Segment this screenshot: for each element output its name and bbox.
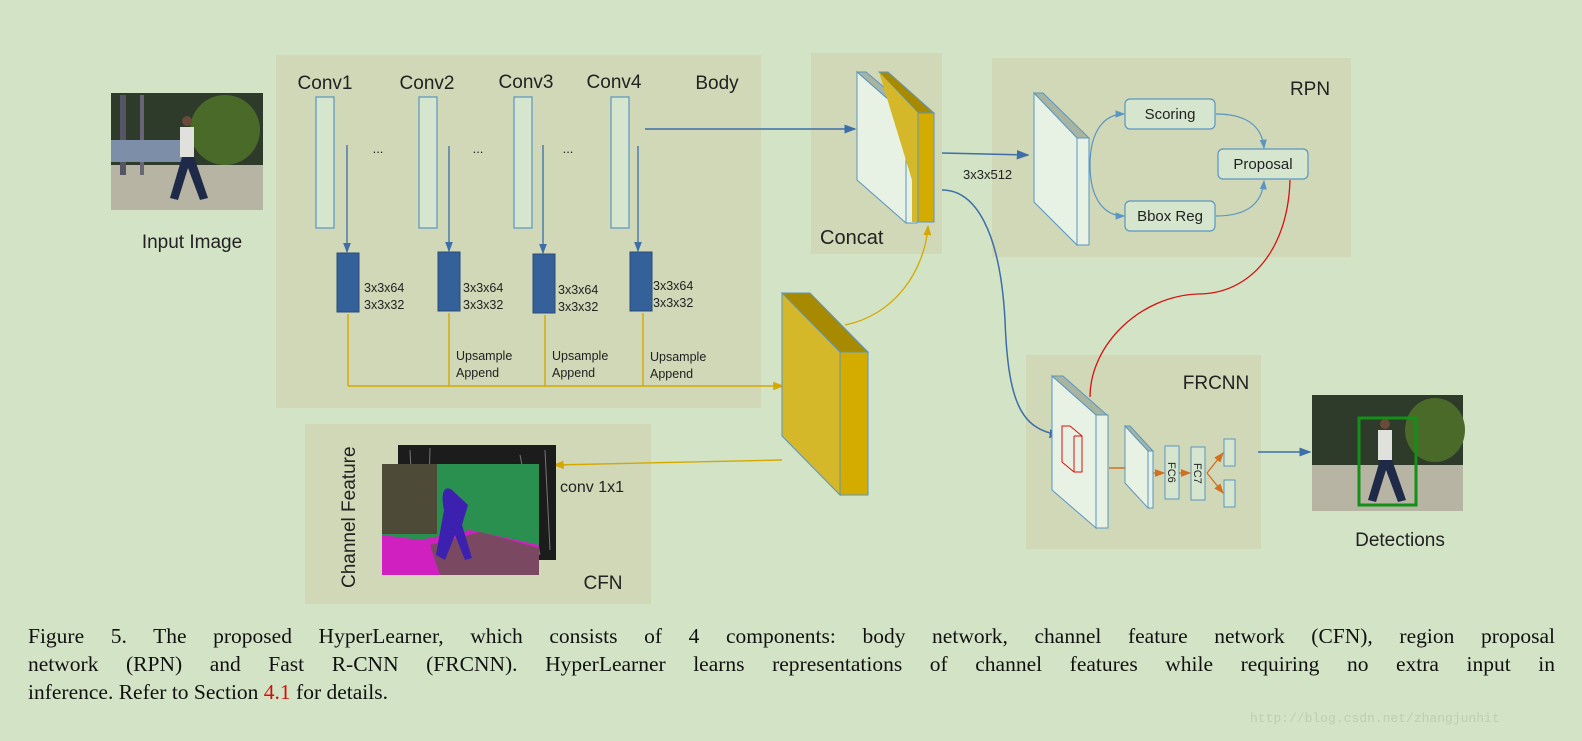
caption-line: network (RPN) and Fast R-CNN (FRCNN). Hy… bbox=[28, 652, 1555, 676]
ellipsis: ... bbox=[563, 141, 574, 156]
upsample-label: Upsample bbox=[456, 349, 512, 363]
kernel-label: 3x3x32 bbox=[558, 300, 598, 314]
conv4-side-block bbox=[629, 251, 653, 312]
bbox-output bbox=[1223, 479, 1236, 508]
kernel-label: 3x3x64 bbox=[653, 279, 693, 293]
conv4-label: Conv4 bbox=[587, 72, 642, 93]
conv2-side-block bbox=[437, 251, 461, 312]
conv2-label: Conv2 bbox=[400, 73, 455, 94]
fc7-label: FC7 bbox=[1191, 463, 1203, 484]
concat-label: Concat bbox=[820, 227, 884, 249]
caption-line: inference. Refer to Section 4.1 for deta… bbox=[28, 678, 1555, 706]
figure-caption: Figure 5. The proposed HyperLearner, whi… bbox=[28, 622, 1555, 706]
watermark: http://blog.csdn.net/zhangjunhit bbox=[1250, 711, 1500, 726]
detections-image bbox=[1312, 395, 1465, 511]
kernel-label: 3x3x64 bbox=[364, 281, 404, 295]
proposal-label: Proposal bbox=[1233, 156, 1292, 173]
append-label: Append bbox=[456, 366, 499, 380]
scoring-label: Scoring bbox=[1145, 106, 1196, 123]
channel-feature-label: Channel Feature bbox=[339, 446, 360, 588]
cfn-feature-block bbox=[780, 291, 870, 497]
caption-line: Figure 5. The proposed HyperLearner, whi… bbox=[28, 624, 1555, 648]
conv1-side-block bbox=[336, 252, 360, 313]
ellipsis: ... bbox=[473, 141, 484, 156]
conv-1x1-label: conv 1x1 bbox=[560, 479, 624, 496]
upsample-label: Upsample bbox=[650, 350, 706, 364]
cls-output bbox=[1223, 438, 1236, 467]
kernel-label: 3x3x32 bbox=[653, 296, 693, 310]
conv3-side-block bbox=[532, 253, 556, 314]
rpn-input-dim: 3x3x512 bbox=[963, 167, 1012, 182]
conv4-layer bbox=[610, 96, 630, 229]
rpn-title: RPN bbox=[1290, 79, 1330, 100]
append-label: Append bbox=[552, 366, 595, 380]
detections-label: Detections bbox=[1355, 530, 1445, 551]
kernel-label: 3x3x32 bbox=[463, 298, 503, 312]
ellipsis: ... bbox=[373, 141, 384, 156]
frcnn-title: FRCNN bbox=[1183, 373, 1250, 394]
bbox-reg-label: Bbox Reg bbox=[1137, 208, 1203, 225]
segmentation-image bbox=[382, 464, 539, 575]
conv1-layer bbox=[315, 96, 335, 229]
kernel-label: 3x3x64 bbox=[558, 283, 598, 297]
caption-text: for details. bbox=[290, 680, 388, 704]
conv2-layer bbox=[418, 96, 438, 229]
conv3-label: Conv3 bbox=[499, 72, 554, 93]
input-image bbox=[111, 93, 263, 210]
body-title: Body bbox=[695, 73, 739, 94]
fc6-label: FC6 bbox=[1165, 462, 1177, 483]
kernel-label: 3x3x64 bbox=[463, 281, 503, 295]
section-reference-link[interactable]: 4.1 bbox=[264, 680, 291, 704]
cfn-title: CFN bbox=[583, 573, 622, 594]
conv3-layer bbox=[513, 96, 533, 229]
kernel-label: 3x3x32 bbox=[364, 298, 404, 312]
append-label: Append bbox=[650, 367, 693, 381]
conv1-label: Conv1 bbox=[298, 73, 353, 94]
caption-text: inference. Refer to Section bbox=[28, 680, 264, 704]
upsample-label: Upsample bbox=[552, 349, 608, 363]
input-image-label: Input Image bbox=[142, 232, 242, 253]
